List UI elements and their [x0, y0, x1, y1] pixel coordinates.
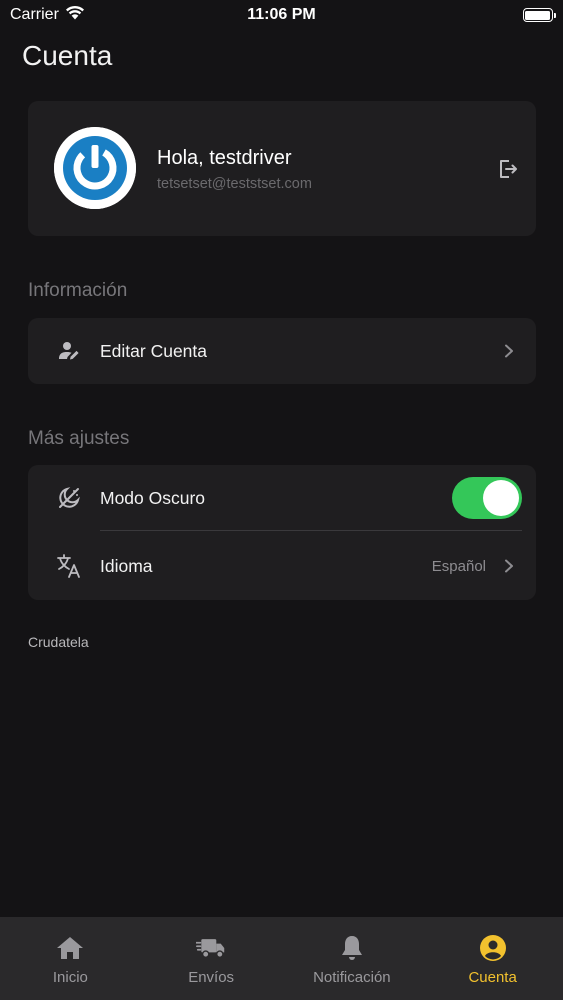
language-label: Idioma — [100, 555, 153, 576]
home-icon — [55, 933, 85, 963]
logout-icon — [500, 160, 517, 178]
bell-icon — [337, 933, 367, 963]
tab-inicio[interactable]: Inicio — [0, 917, 141, 1000]
status-time: 11:06 PM — [247, 6, 316, 23]
truck-icon — [196, 933, 226, 963]
tab-label: Inicio — [52, 969, 88, 986]
battery-icon — [522, 8, 556, 22]
chevron-right-icon — [502, 344, 516, 358]
tab-cuenta[interactable]: Cuenta — [422, 917, 563, 1000]
dark-mode-label: Modo Oscuro — [100, 487, 206, 508]
dark-mode-row: Modo Oscuro — [28, 465, 536, 531]
language-row[interactable]: Idioma Español — [28, 533, 536, 599]
status-left: Carrier — [10, 5, 170, 25]
language-value: Español — [431, 557, 486, 575]
dark-mode-toggle[interactable] — [452, 477, 522, 519]
tab-bar: Inicio Envíos Notificación Cuenta — [0, 917, 563, 1000]
avatar[interactable] — [54, 127, 136, 209]
tab-label: Cuenta — [468, 969, 517, 986]
settings-card: Modo Oscuro Idioma Español — [28, 465, 536, 600]
profile-greeting: Hola, testdriver — [157, 147, 292, 169]
tab-notificacion[interactable]: Notificación — [282, 917, 423, 1000]
profile-email: tetsetset@teststset.com — [157, 176, 312, 192]
translate-icon — [56, 553, 82, 579]
page-title: Cuenta — [22, 40, 113, 71]
divider — [100, 530, 522, 531]
profile-card: Hola, testdriver tetsetset@teststset.com — [28, 101, 536, 236]
user-edit-icon — [56, 338, 82, 364]
status-bar: Carrier 11:06 PM — [0, 0, 563, 30]
chevron-right-icon — [502, 559, 516, 573]
tab-label: Notificación — [313, 969, 391, 986]
wifi-icon — [65, 5, 85, 25]
toggle-knob — [483, 480, 519, 516]
logout-button[interactable] — [496, 157, 520, 181]
power-logo-icon — [54, 127, 136, 209]
edit-account-row[interactable]: Editar Cuenta — [28, 318, 536, 384]
tab-label: Envíos — [188, 969, 235, 986]
section-title-more-settings: Más ajustes — [28, 428, 130, 449]
tab-envios[interactable]: Envíos — [141, 917, 282, 1000]
user-circle-icon — [478, 933, 508, 963]
footer-note: Crudatela — [28, 634, 89, 650]
status-right — [393, 8, 556, 22]
section-title-info: Información — [28, 280, 128, 301]
edit-account-label: Editar Cuenta — [100, 340, 208, 361]
dark-mode-icon — [56, 485, 82, 511]
edit-account-row-content: Editar Cuenta — [28, 318, 536, 384]
carrier-label: Carrier — [10, 6, 59, 23]
